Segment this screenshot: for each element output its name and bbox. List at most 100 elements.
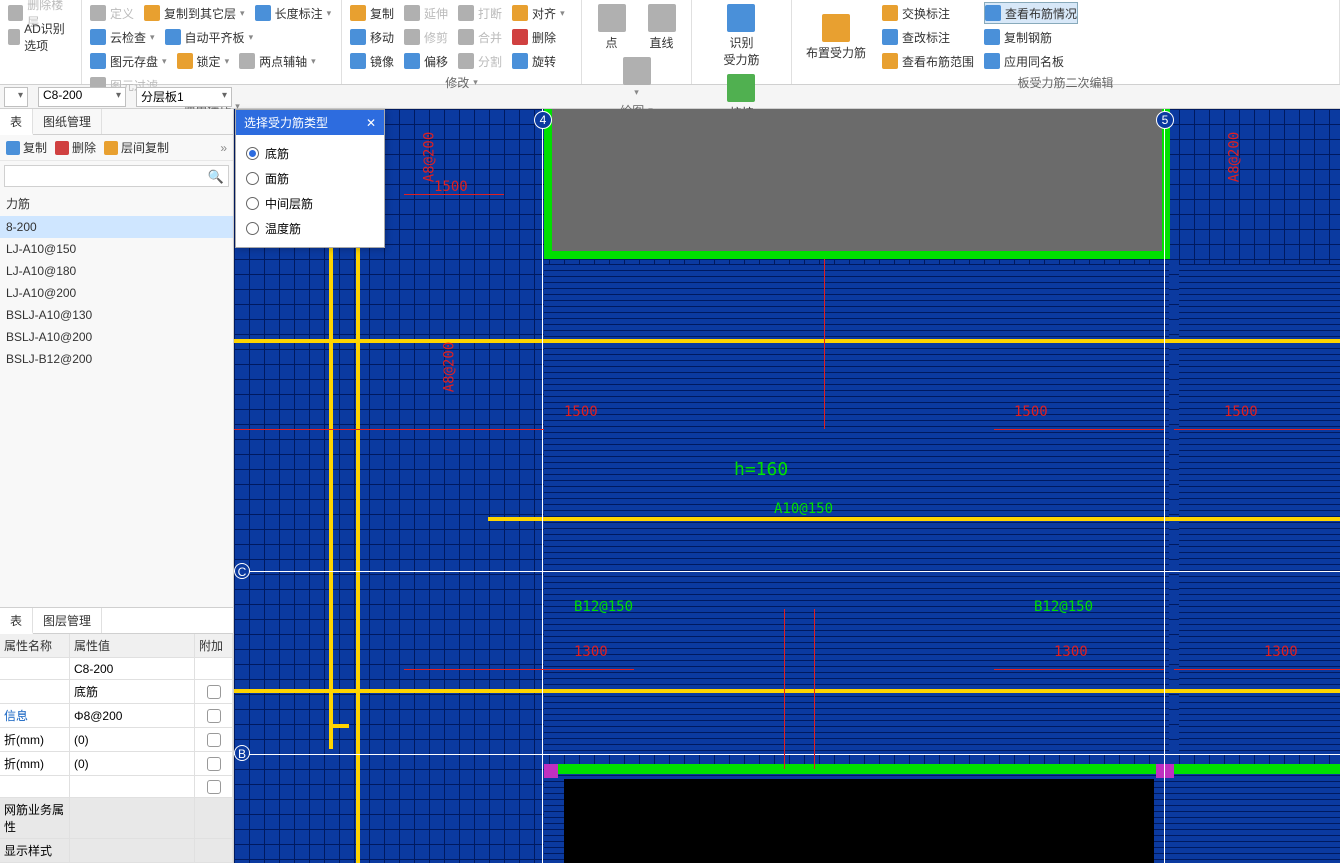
btn-cloud[interactable]: 云检查▾ <box>90 26 155 48</box>
tb-more[interactable]: » <box>220 141 227 155</box>
checkbox[interactable] <box>207 780 221 794</box>
label-a8: A8@200 <box>421 132 437 183</box>
btn-extend[interactable]: 延伸 <box>404 2 448 24</box>
btn-copy-rebar[interactable]: 复制钢筋 <box>984 26 1078 48</box>
btn-layout-rebar[interactable]: 布置受力筋 <box>800 2 872 72</box>
list-item[interactable]: LJ-A10@150 <box>0 238 233 260</box>
radio-icon <box>246 172 259 185</box>
btn-break[interactable]: 打断 <box>458 2 502 24</box>
btn-apply-same[interactable]: 应用同名板 <box>984 50 1078 72</box>
btn-trim[interactable]: 修剪 <box>404 26 448 48</box>
prop-value[interactable]: (0) <box>70 752 195 776</box>
list-item[interactable]: LJ-A10@180 <box>0 260 233 282</box>
list-item[interactable]: BSLJ-A10@130 <box>0 304 233 326</box>
list-item[interactable]: 力筋 <box>0 191 233 216</box>
btn-edit-mark[interactable]: 查改标注 <box>882 26 974 48</box>
delete-icon <box>55 141 69 155</box>
tb-layercopy[interactable]: 层间复制 <box>104 139 169 156</box>
list-item[interactable]: 8-200 <box>0 216 233 238</box>
btn-point[interactable]: 点 <box>592 2 632 53</box>
prop-name: 折(mm) <box>0 728 70 752</box>
radio-option[interactable]: 底筋 <box>246 141 374 166</box>
prop-value[interactable] <box>70 839 195 863</box>
copy3-icon <box>984 29 1000 45</box>
ruler-icon <box>255 5 271 21</box>
prop-value[interactable] <box>70 798 195 839</box>
prop-value[interactable]: (0) <box>70 728 195 752</box>
search-box[interactable]: 🔍 <box>4 165 229 187</box>
btn-copylayer[interactable]: 复制到其它层▾ <box>144 2 245 24</box>
merge-icon <box>458 29 474 45</box>
search-input[interactable] <box>5 166 206 186</box>
btn-lock[interactable]: 锁定▾ <box>177 50 230 72</box>
radio-option[interactable]: 面筋 <box>246 166 374 191</box>
radio-option[interactable]: 温度筋 <box>246 216 374 241</box>
prop-value[interactable]: 底筋 <box>70 680 195 704</box>
btn-save[interactable]: 图元存盘▾ <box>90 50 167 72</box>
checkbox[interactable] <box>207 733 221 747</box>
btn-more-draw[interactable]: ▾ <box>617 55 657 100</box>
list-item[interactable]: BSLJ-A10@200 <box>0 326 233 348</box>
btn-align2[interactable]: 对齐▾ <box>512 2 565 24</box>
btn-autoalign[interactable]: 自动平齐板▾ <box>165 26 254 48</box>
btn-rec-rebar[interactable]: 识别 受力筋 <box>717 2 765 70</box>
btn-offset[interactable]: 偏移 <box>404 50 448 72</box>
btn-mirror[interactable]: 镜像 <box>350 50 394 72</box>
btn-view-range[interactable]: 查看布筋范围 <box>882 50 974 72</box>
recognize-icon <box>727 4 755 32</box>
sel-rebar[interactable]: C8-200 <box>38 87 126 107</box>
list-item[interactable]: LJ-A10@200 <box>0 282 233 304</box>
prop-value[interactable]: C8-200 <box>70 658 195 680</box>
tab-prop[interactable]: 表 <box>0 608 33 634</box>
btn-line[interactable]: 直线 <box>642 2 682 53</box>
checkbox[interactable] <box>207 685 221 699</box>
sel-empty[interactable] <box>4 87 28 107</box>
prop-extra <box>195 776 233 798</box>
radio-label: 温度筋 <box>265 220 301 237</box>
radio-icon <box>246 222 259 235</box>
btn-swap-mark[interactable]: 交换标注 <box>882 2 974 24</box>
prop-name: 显示样式 <box>0 839 70 863</box>
view-icon <box>985 5 1001 21</box>
btn-view-layout[interactable]: 查看布筋情况 <box>984 2 1078 24</box>
offset-icon <box>404 53 420 69</box>
list-item[interactable]: BSLJ-B12@200 <box>0 348 233 370</box>
btn-2pt[interactable]: 两点辅轴▾ <box>239 50 316 72</box>
line-icon <box>648 4 676 32</box>
close-icon[interactable]: ✕ <box>366 116 376 130</box>
btn-move[interactable]: 移动 <box>350 26 394 48</box>
dim-1300: 1300 <box>1264 644 1298 660</box>
prop-value[interactable]: Φ8@200 <box>70 704 195 728</box>
btn-define[interactable]: 定义 <box>90 2 134 24</box>
checkbox[interactable] <box>207 709 221 723</box>
tab-drawing[interactable]: 图纸管理 <box>33 109 102 134</box>
radio-option[interactable]: 中间层筋 <box>246 191 374 216</box>
extend-icon <box>404 5 420 21</box>
search-icon[interactable]: 🔍 <box>208 169 224 185</box>
btn-del[interactable]: 删除 <box>512 26 556 48</box>
btn-lenmark[interactable]: 长度标注▾ <box>255 2 332 24</box>
tab-layermgr[interactable]: 图层管理 <box>33 608 102 633</box>
btn-copy[interactable]: 复制 <box>350 2 394 24</box>
btn-split[interactable]: 分割 <box>458 50 502 72</box>
dim-1500: 1500 <box>1224 404 1258 420</box>
tab-list[interactable]: 表 <box>0 109 33 135</box>
popup-titlebar[interactable]: 选择受力筋类型 ✕ <box>236 110 384 135</box>
btn-merge[interactable]: 合并 <box>458 26 502 48</box>
dim-1300: 1300 <box>574 644 608 660</box>
axis-marker: C <box>234 563 250 579</box>
btn-ad-opts[interactable]: AD识别选项 <box>8 26 73 48</box>
grid-icon <box>8 5 23 21</box>
checkbox[interactable] <box>207 757 221 771</box>
ribbon: 删除楼层 AD识别选项 定义 复制到其它层▾ 长度标注▾ 云检查▾ 自动平齐板▾… <box>0 0 1340 85</box>
tb-del[interactable]: 删除 <box>55 139 96 156</box>
drawing-canvas[interactable]: h=160 A10@150 B12@150 B12@150 1500 1500 … <box>234 109 1340 863</box>
sel-layer[interactable]: 分层板1 <box>136 87 232 107</box>
tb-copy[interactable]: 复制 <box>6 139 47 156</box>
prop-value[interactable] <box>70 776 195 798</box>
prop-tabs: 表 图层管理 <box>0 608 233 634</box>
radio-label: 面筋 <box>265 170 289 187</box>
align-icon <box>165 29 181 45</box>
btn-rotate[interactable]: 旋转 <box>512 50 556 72</box>
edit-icon <box>882 29 898 45</box>
